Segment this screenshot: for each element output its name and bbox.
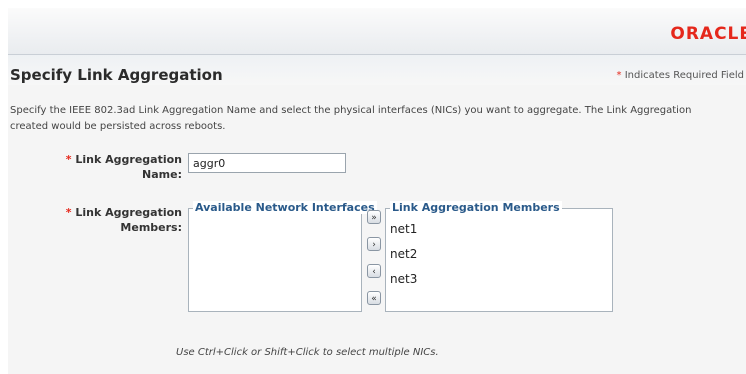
required-star: * (616, 70, 622, 81)
members-label-text: Link Aggregation (75, 206, 182, 219)
remove-all-button[interactable]: « (367, 291, 381, 305)
name-label-line1: * Link Aggregation (48, 152, 182, 167)
list-item[interactable]: net1 (390, 222, 417, 236)
oracle-logo: ORACLE (670, 24, 746, 44)
required-note: * Indicates Required Field (617, 70, 744, 81)
move-selected-button[interactable]: › (367, 237, 381, 251)
required-star: * (65, 206, 72, 219)
aggregation-members-list[interactable]: Link Aggregation Members net1 net2 net3 (385, 201, 613, 312)
members-label-line2: Members: (120, 221, 182, 234)
members-label: * Link Aggregation Members: (48, 205, 182, 235)
top-bar: ORACLE (8, 8, 746, 55)
move-all-button[interactable]: » (367, 210, 381, 224)
required-star: * (65, 153, 72, 166)
name-label-text: Link Aggregation (75, 153, 182, 166)
aggregation-members-title: Link Aggregation Members (390, 201, 562, 214)
list-item[interactable]: net2 (390, 247, 417, 261)
required-note-text: Indicates Required Field (624, 70, 744, 81)
members-label-line1: * Link Aggregation (48, 205, 182, 220)
link-aggregation-name-input[interactable] (188, 153, 346, 173)
multi-select-hint: Use Ctrl+Click or Shift+Click to select … (176, 347, 439, 358)
page-frame: ORACLE Specify Link Aggregation * Indica… (8, 8, 746, 374)
list-item[interactable]: net3 (390, 272, 417, 286)
page-title: Specify Link Aggregation (10, 66, 223, 84)
available-interfaces-list[interactable]: Available Network Interfaces (188, 201, 377, 312)
page-description: Specify the IEEE 802.3ad Link Aggregatio… (10, 105, 692, 132)
available-interfaces-title: Available Network Interfaces (193, 201, 377, 214)
name-label: * Link Aggregation Name: (48, 152, 182, 182)
remove-selected-button[interactable]: ‹ (367, 264, 381, 278)
name-label-line2: Name: (142, 168, 182, 181)
